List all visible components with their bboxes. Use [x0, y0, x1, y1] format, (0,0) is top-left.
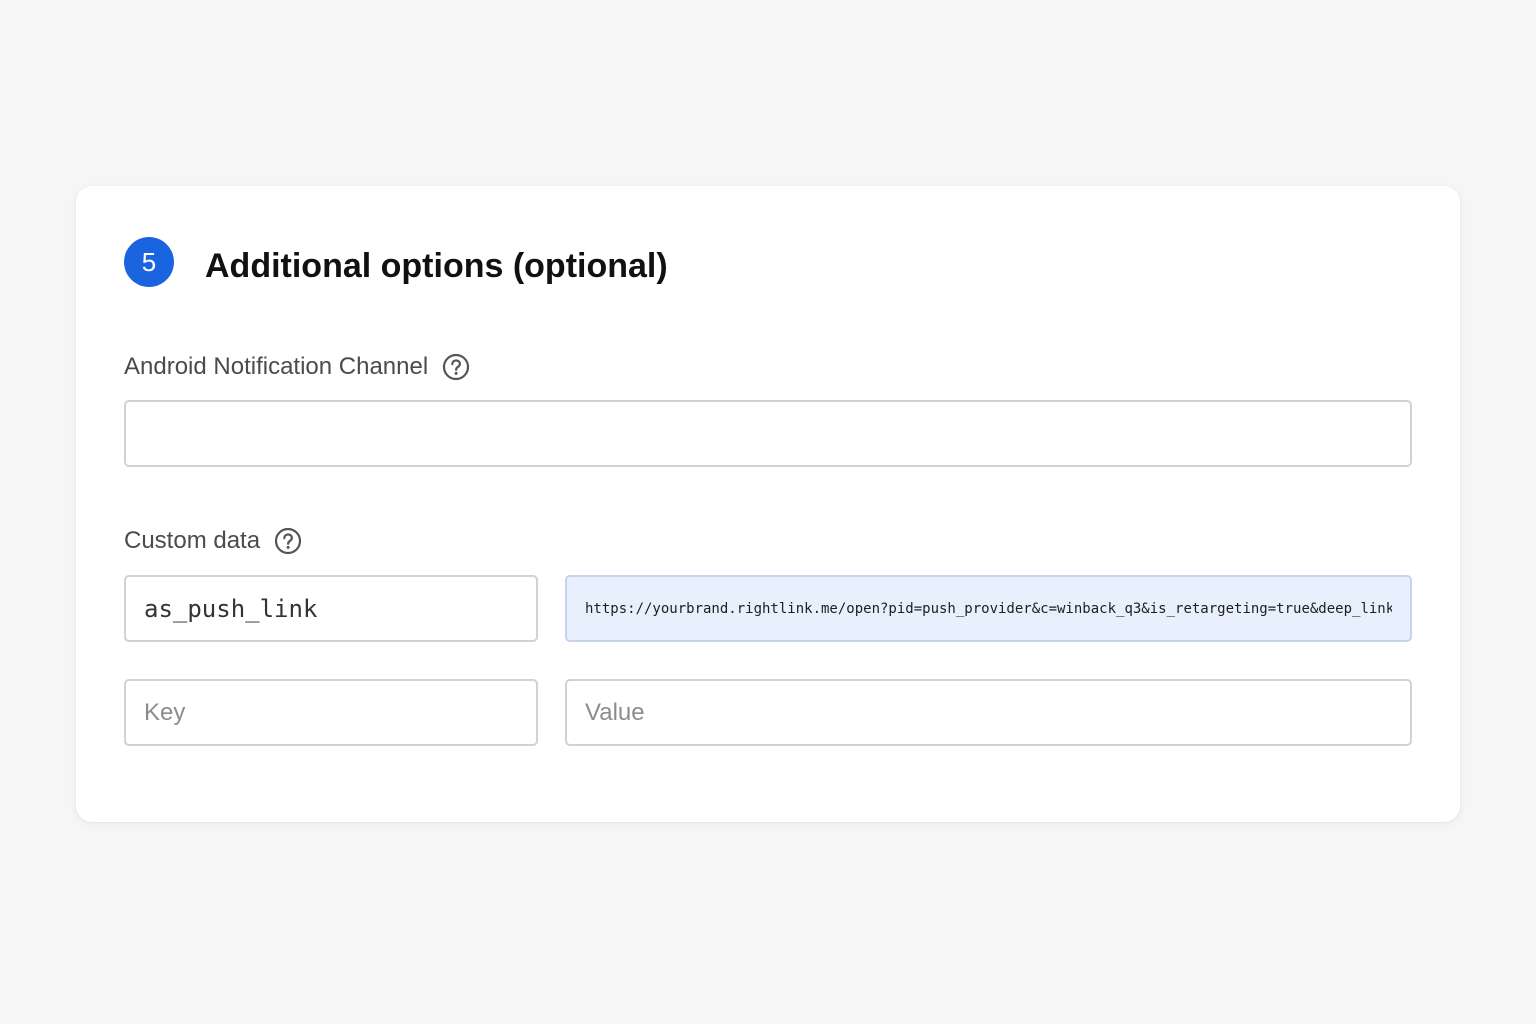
step-number-badge: 5 — [124, 237, 174, 287]
custom-data-value-input[interactable] — [565, 575, 1412, 642]
android-channel-label: Android Notification Channel — [124, 353, 429, 380]
android-channel-label-row: Android Notification Channel — [124, 350, 470, 384]
android-channel-input[interactable] — [124, 400, 1412, 467]
new-key-input[interactable] — [124, 679, 538, 746]
help-icon[interactable] — [442, 353, 470, 381]
new-value-input[interactable] — [565, 679, 1412, 746]
custom-data-label-row: Custom data — [124, 524, 302, 558]
custom-data-key-input[interactable] — [124, 575, 538, 642]
section-title: Additional options (optional) — [205, 247, 668, 285]
help-icon[interactable] — [274, 527, 302, 555]
custom-data-label: Custom data — [124, 527, 261, 554]
additional-options-card: 5 Additional options (optional) Android … — [76, 186, 1460, 822]
